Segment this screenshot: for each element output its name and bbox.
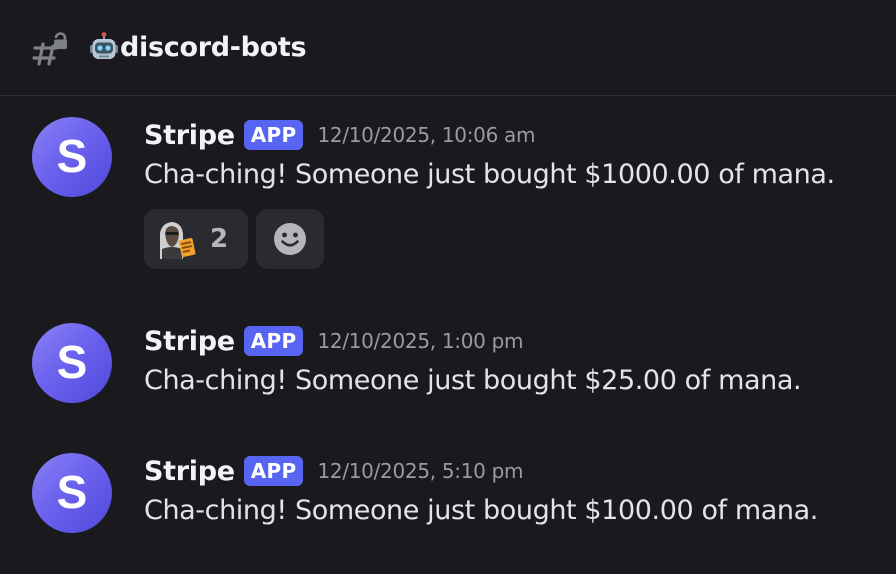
reaction-count: 2	[210, 224, 229, 254]
custom-emoji-icon	[156, 219, 196, 259]
channel-name[interactable]: discord-bots	[120, 30, 307, 66]
channel-header: discord-bots	[0, 0, 896, 96]
avatar-letter: S	[57, 130, 88, 182]
add-reaction-button[interactable]	[256, 209, 324, 269]
add-reaction-icon	[274, 223, 306, 255]
avatar[interactable]: S	[32, 323, 112, 403]
locked-channel-icon	[32, 32, 67, 66]
message-text: Cha-ching! Someone just bought $1000.00 …	[144, 159, 835, 190]
avatar[interactable]: S	[32, 453, 112, 533]
message-text: Cha-ching! Someone just bought $100.00 o…	[144, 495, 818, 526]
author-name[interactable]: Stripe	[144, 326, 235, 357]
reactions: 2	[144, 209, 324, 269]
author-name[interactable]: Stripe	[144, 120, 235, 151]
app-badge: APP	[243, 120, 304, 150]
timestamp[interactable]: 12/10/2025, 5:10 pm	[317, 459, 523, 483]
reaction-button[interactable]: 2	[144, 209, 248, 269]
timestamp[interactable]: 12/10/2025, 10:06 am	[317, 123, 535, 147]
avatar-letter: S	[57, 466, 88, 518]
avatar[interactable]: S	[32, 117, 112, 197]
timestamp[interactable]: 12/10/2025, 1:00 pm	[317, 329, 523, 353]
avatar-letter: S	[57, 336, 88, 388]
chat-window: discord-bots S Stripe APP 12/10/2025, 10…	[0, 0, 896, 574]
message-text: Cha-ching! Someone just bought $25.00 of…	[144, 365, 802, 396]
app-badge: APP	[243, 326, 304, 356]
author-name[interactable]: Stripe	[144, 456, 235, 487]
app-badge: APP	[243, 456, 304, 486]
robot-icon	[90, 32, 118, 59]
